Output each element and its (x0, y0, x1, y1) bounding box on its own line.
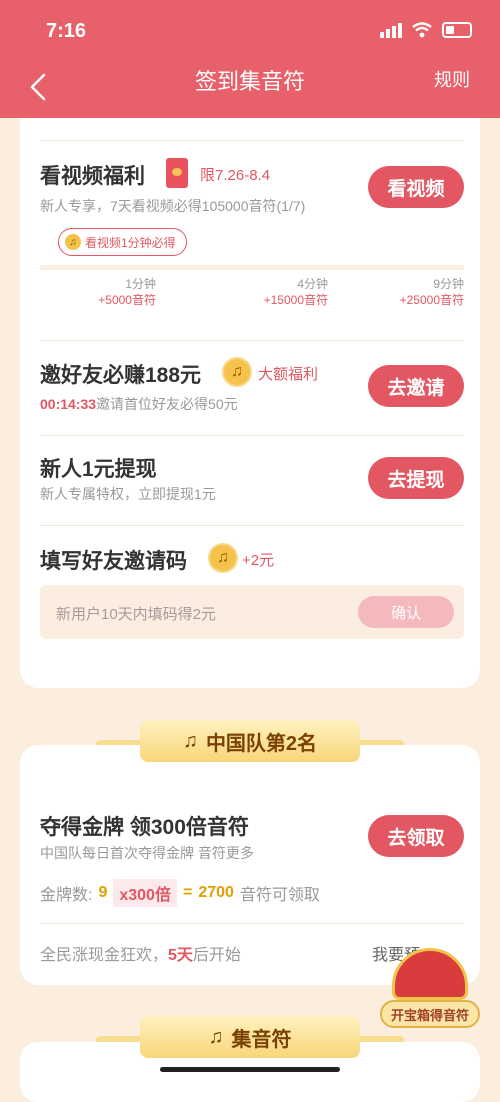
video-subtitle: 新人专享，7天看视频必得105000音符(1/7) (40, 198, 306, 214)
invite-countdown: 00:14:33 (40, 396, 97, 412)
invite-subtitle: 邀请首位好友必得50元 (96, 396, 238, 412)
milestone: 1分钟 +5000音符 (92, 276, 156, 308)
milestone-reward: +15000音符 (263, 293, 328, 307)
wifi-icon (412, 22, 432, 38)
gold-count-row: 金牌数: 9 x300倍 = 2700 音符可领取 (40, 879, 320, 907)
home-indicator (160, 1067, 340, 1072)
watermark: Bai 经验 (401, 1049, 478, 1071)
withdraw-subtitle: 新人专属特权，立即提现1元 (40, 486, 216, 502)
header: 7:16 签到集音符 规则 (0, 0, 500, 118)
invite-code-reward: +2元 (242, 552, 275, 569)
campaign-days: 5天 (168, 947, 193, 964)
music-coin-icon: ♫ (208, 543, 238, 573)
total-notes: 2700 (198, 884, 234, 901)
campaign-line: 全民涨现金狂欢，5天后开始 (40, 941, 241, 965)
video-progress-track (40, 265, 464, 270)
notes-ribbon-label: 集音符 (231, 1028, 292, 1051)
invite-button[interactable]: 去邀请 (368, 365, 464, 407)
milestone: 4分钟 +15000音符 (242, 276, 328, 308)
invite-subtitle-row: 00:14:33邀请首位好友必得50元 (40, 394, 238, 414)
tasks-card: 看视频福利 限7.26-8.4 新人专享，7天看视频必得105000音符(1/7… (20, 118, 480, 688)
team-ribbon-label: 中国队第2名 (205, 732, 318, 755)
treasure-chest-button[interactable]: 开宝箱得音符 (380, 940, 480, 1030)
invite-code-input[interactable]: 新用户10天内填码得2元 确认 (40, 585, 464, 639)
status-time: 7:16 (46, 20, 87, 42)
team-title: 夺得金牌 领300倍音符 (40, 816, 249, 839)
divider (40, 340, 464, 341)
treasure-chest-icon (392, 948, 468, 1000)
watch-video-button[interactable]: 看视频 (368, 166, 464, 208)
notes-ribbon: ♫ 集音符 (140, 1016, 360, 1058)
video-tip-text: 看视频1分钟必得 (85, 235, 176, 250)
total-suffix: 音符可领取 (239, 887, 320, 904)
milestone-time: 4分钟 (297, 277, 328, 291)
gold-count: 9 (98, 884, 108, 901)
milestone-time: 1分钟 (125, 277, 156, 291)
campaign-suffix: 后开始 (192, 947, 241, 964)
video-limit: 限7.26-8.4 (200, 167, 271, 184)
claim-button[interactable]: 去领取 (368, 815, 464, 857)
equals-sign: = (182, 884, 193, 901)
divider (40, 525, 464, 526)
red-envelope-icon (166, 158, 188, 188)
battery-icon (442, 22, 472, 38)
video-tip-bubble: ♫ 看视频1分钟必得 (58, 228, 187, 256)
multiplier-badge: x300倍 (113, 879, 177, 907)
divider (40, 435, 464, 436)
music-note-icon: ♫ (182, 729, 198, 752)
milestone: 9分钟 +25000音符 (374, 276, 464, 308)
divider (40, 923, 464, 924)
music-note-icon: ♫ (65, 234, 81, 250)
invite-title: 邀好友必赚188元 (40, 364, 202, 387)
confirm-button[interactable]: 确认 (358, 596, 454, 628)
team-ribbon: ♫ 中国队第2名 (140, 720, 360, 762)
milestone-reward: +5000音符 (98, 293, 156, 307)
music-coin-icon: ♫ (222, 357, 252, 387)
rules-link[interactable]: 规则 (434, 66, 470, 92)
divider (40, 140, 464, 141)
milestone-time: 9分钟 (433, 277, 464, 291)
milestone-reward: +25000音符 (399, 293, 464, 307)
gold-label: 金牌数: (40, 887, 93, 904)
signal-icon (380, 22, 402, 38)
invite-badge: 大额福利 (258, 366, 319, 383)
withdraw-button[interactable]: 去提现 (368, 457, 464, 499)
invite-code-title: 填写好友邀请码 (40, 550, 187, 573)
treasure-label: 开宝箱得音符 (380, 1000, 480, 1028)
video-title: 看视频福利 (40, 165, 145, 188)
withdraw-title: 新人1元提现 (40, 458, 157, 481)
team-subtitle: 中国队每日首次夺得金牌 音符更多 (40, 845, 254, 861)
music-note-icon: ♫ (208, 1025, 224, 1048)
page-title: 签到集音符 (194, 69, 305, 94)
campaign-prefix: 全民涨现金狂欢， (40, 947, 169, 964)
status-icons (380, 22, 472, 38)
invite-code-placeholder: 新用户10天内填码得2元 (56, 606, 217, 623)
